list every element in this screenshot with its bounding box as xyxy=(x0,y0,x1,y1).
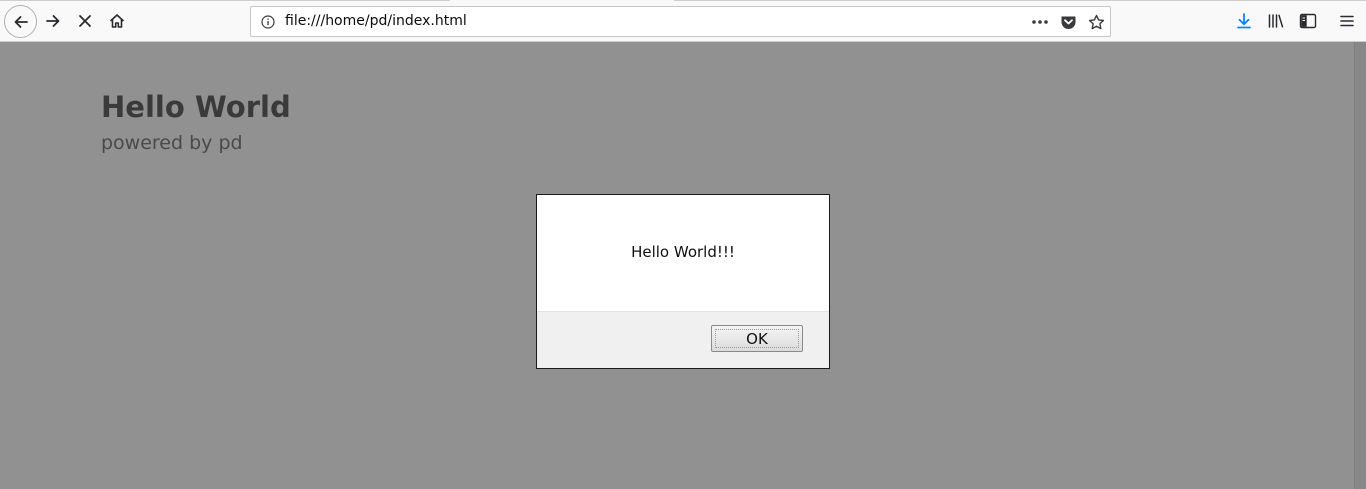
sidebar-icon xyxy=(1299,13,1317,29)
sidebar-button[interactable] xyxy=(1292,5,1324,37)
alert-message: Hello World!!! xyxy=(631,243,735,261)
ok-button[interactable]: OK xyxy=(711,325,803,352)
tab-strip-edge xyxy=(674,0,1366,1)
address-bar[interactable]: file:///home/pd/index.html xyxy=(250,6,1111,37)
back-arrow-icon xyxy=(14,15,28,28)
back-button[interactable] xyxy=(4,5,37,38)
page-subtitle: powered by pd xyxy=(101,132,243,154)
alert-dialog: Hello World!!! OK xyxy=(536,194,830,369)
alert-dialog-body: Hello World!!! xyxy=(537,195,829,312)
url-text[interactable]: file:///home/pd/index.html xyxy=(285,13,467,29)
vertical-scrollbar[interactable] xyxy=(1354,42,1366,489)
hamburger-menu-icon xyxy=(1340,15,1354,27)
home-button[interactable] xyxy=(101,5,133,37)
more-icon[interactable] xyxy=(1031,13,1049,31)
star-icon[interactable] xyxy=(1087,13,1105,31)
info-icon[interactable] xyxy=(259,13,277,31)
stop-icon xyxy=(79,15,91,27)
library-button[interactable] xyxy=(1260,5,1292,37)
page-title: Hello World xyxy=(101,90,291,124)
tab-strip-edge xyxy=(0,0,450,1)
forward-arrow-icon xyxy=(46,15,60,27)
stop-button[interactable] xyxy=(69,5,101,37)
library-icon xyxy=(1268,14,1284,28)
downloads-button[interactable] xyxy=(1228,5,1260,37)
pocket-icon[interactable] xyxy=(1059,13,1077,31)
browser-toolbar: file:///home/pd/index.html xyxy=(0,0,1366,42)
menu-button[interactable] xyxy=(1331,5,1363,37)
forward-button[interactable] xyxy=(37,5,69,37)
home-icon xyxy=(109,14,125,28)
download-icon xyxy=(1237,13,1251,29)
ok-button-label: OK xyxy=(746,329,768,348)
